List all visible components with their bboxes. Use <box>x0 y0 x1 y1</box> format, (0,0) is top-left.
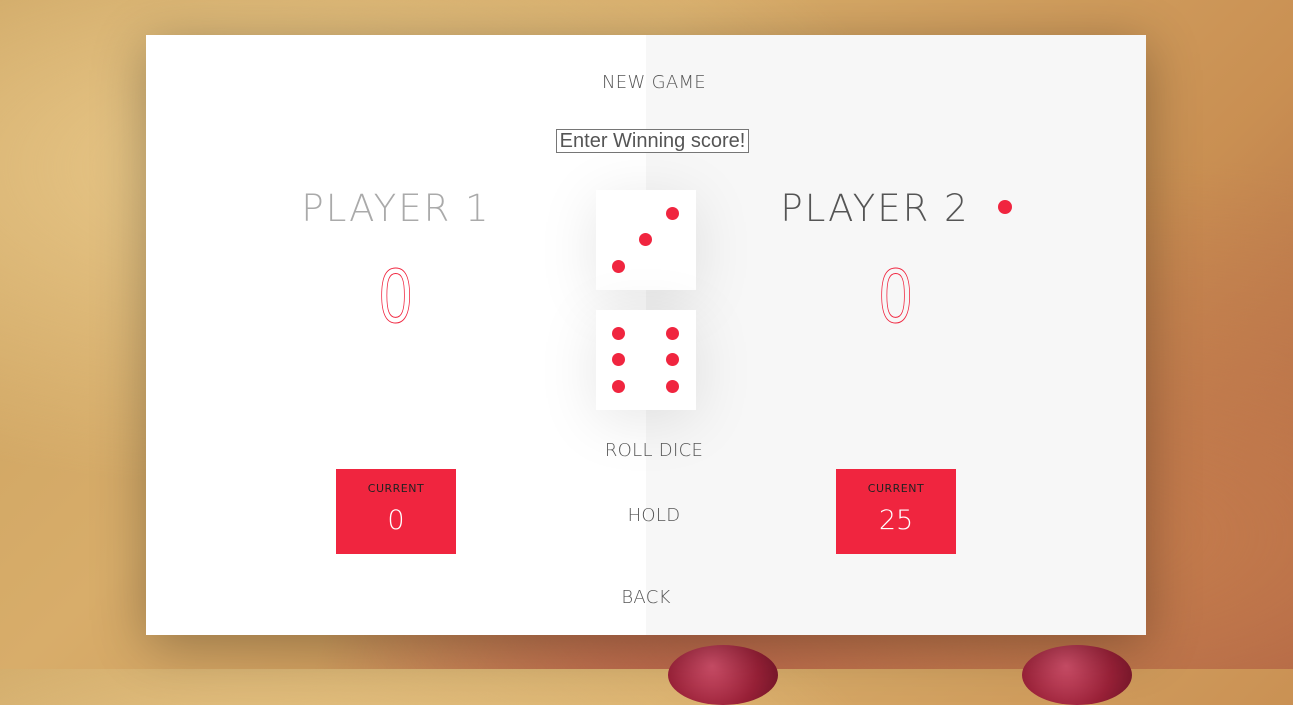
dice-1 <box>596 190 696 290</box>
player-1-score-value: 0 <box>379 251 413 340</box>
dice-pip <box>612 260 625 273</box>
back-button[interactable]: BACK <box>146 586 1146 609</box>
dice-pip <box>612 353 625 366</box>
player-2-score-value: 0 <box>879 251 913 340</box>
raspberry-decoration <box>1022 645 1132 705</box>
player-2-name: PLAYER 2 <box>780 187 970 230</box>
player-2-panel: PLAYER 2 0 CURRENT 25 <box>646 35 1146 635</box>
player-2-score: 0 <box>646 250 1146 341</box>
roll-dice-button[interactable]: ROLL DICE <box>154 439 1146 462</box>
new-game-button[interactable]: NEW GAME <box>154 71 1146 94</box>
dice-pip <box>666 327 679 340</box>
player-1-score: 0 <box>146 250 646 341</box>
player-1-current-label: CURRENT <box>367 482 425 495</box>
player-1-name: PLAYER 1 <box>301 187 491 230</box>
active-player-dot-icon <box>997 199 1012 214</box>
dice-pip <box>612 380 625 393</box>
raspberry-decoration <box>668 645 778 705</box>
player-2-name-row: PLAYER 2 <box>646 187 1146 230</box>
hold-button[interactable]: HOLD <box>154 504 1146 527</box>
dice-2 <box>596 310 696 410</box>
dice-pip <box>666 207 679 220</box>
dice-pip <box>666 353 679 366</box>
dice-pip <box>666 380 679 393</box>
winning-score-input[interactable] <box>556 129 749 153</box>
dice-pip <box>612 327 625 340</box>
player-1-panel: PLAYER 1 0 CURRENT 0 <box>146 35 646 635</box>
player-2-current-label: CURRENT <box>867 482 925 495</box>
dice-pip <box>639 233 652 246</box>
game-board: PLAYER 1 0 CURRENT 0 PLAYER 2 0 CURRENT … <box>146 35 1146 635</box>
